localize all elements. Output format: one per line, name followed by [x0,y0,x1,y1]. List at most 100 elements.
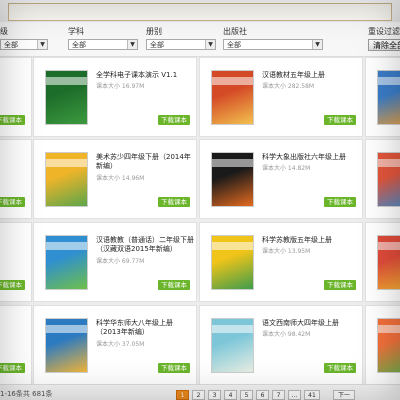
book-title[interactable]: 全学科电子课本演示 V1.1 [96,71,196,80]
textbook-card[interactable]: 下载课本 [0,222,32,302]
book-title[interactable]: ok版） [0,319,31,328]
textbook-card[interactable]: 语文西南师大四年级上册 课本大小 98.42M 下载课本 [199,305,363,385]
book-size: 课本大小 14.96M [96,175,145,182]
textbook-card[interactable]: 科学苏教版五年级上册 课本大小 13.95M 下载课本 [199,222,363,302]
page-button[interactable]: 6 [256,390,269,400]
textbook-card[interactable]: 汉语教材五年级上册 课本大小 282.58M 下载课本 [199,57,363,137]
download-button[interactable]: 下载课本 [158,363,190,373]
page-button[interactable]: 5 [240,390,253,400]
download-button[interactable]: 下载课本 [0,197,25,207]
cover-title-band [378,242,400,250]
book-cover-image[interactable] [211,235,254,290]
next-page-button[interactable]: 下一 [333,390,355,400]
textbook-card[interactable]: 全学科电子课本演示 V1.1 课本大小 16.97M 下载课本 [33,57,197,137]
publisher-filter: 出版社 全部 ▼ [223,26,323,50]
book-title[interactable]: 科学苏教版五年级上册 [262,236,362,245]
page-ellipsis: ... [288,390,301,400]
textbook-card[interactable]: 科学华东师大八年级上册（2013年新编） 课本大小 37.05M 下载课本 [33,305,197,385]
chevron-down-icon: ▼ [312,40,322,49]
page-button[interactable]: 7 [272,390,285,400]
reset-filter: 重设过滤条 清除全部 [368,26,400,51]
book-size: 课本大小 282.58M [262,83,315,90]
clear-all-button[interactable]: 清除全部 [368,39,400,51]
chevron-down-icon: ▼ [205,40,215,49]
book-cover-image[interactable] [211,318,254,373]
result-count: 1-16条共 681条 [0,390,53,398]
book-cover-image[interactable] [377,318,400,373]
cover-title-band [378,159,400,167]
download-button[interactable]: 下载课本 [0,363,25,373]
cover-title-band [46,325,87,333]
reset-filter-label: 重设过滤条 [368,27,400,36]
textbook-card[interactable]: 科学大象出版社六年级上册 课本大小 14.82M 下载课本 [199,139,363,219]
download-button[interactable]: 下载课本 [324,115,356,125]
download-button[interactable]: 下载课本 [0,280,25,290]
volume-filter: 册别 全部 ▼ [146,26,216,50]
book-size: 课本大小 98.42M [262,331,311,338]
page-button[interactable]: 2 [192,390,205,400]
app-window: 级 全部 ▼ 学科 全部 ▼ 册别 全部 ▼ 出版社 全部 ▼ 重设过滤 清除全… [0,0,400,400]
textbook-card[interactable]: 下载课本 [365,57,400,137]
book-title[interactable]: 科学大象出版社六年级上册 [262,153,362,162]
cover-title-band [212,77,253,85]
cover-title-band [212,325,253,333]
volume-select[interactable]: 全部 ▼ [146,39,216,50]
book-cover-image[interactable] [45,235,88,290]
book-title[interactable]: 美术苏少四年级下册（2014年新编） [96,153,196,171]
book-title[interactable]: 汉语教材五年级上册 [262,71,362,80]
cover-title-band [378,325,400,333]
download-button[interactable]: 下载课本 [324,197,356,207]
textbook-card[interactable]: 下载课本 [365,305,400,385]
book-cover-image[interactable] [377,152,400,207]
cover-title-band [212,159,253,167]
book-size: 课本大小 16.97M [96,83,145,90]
cover-title-band [212,242,253,250]
book-cover-image[interactable] [377,235,400,290]
download-button[interactable]: 下载课本 [324,363,356,373]
book-title[interactable]: 汉语教教（普通话）二年级下册（汉藏双语2015年新编） [96,236,196,254]
book-cover-image[interactable] [45,70,88,125]
grade-select-value: 全部 [4,41,18,49]
subject-select-value: 全部 [72,41,86,49]
volume-filter-label: 册别 [146,27,162,36]
volume-select-value: 全部 [150,41,164,49]
subject-filter: 学科 全部 ▼ [68,26,138,50]
textbook-card[interactable]: 汉语教教（普通话）二年级下册（汉藏双语2015年新编） 课本大小 69.77M 下载… [33,222,197,302]
textbook-card[interactable]: 下载课本 [365,139,400,219]
textbook-grid: 下载课本全学科电子课本演示 V1.1课本大小 16.97M下载课本汉语教材五年级… [0,57,400,385]
book-cover-image[interactable] [45,318,88,373]
grade-select[interactable]: 全部 ▼ [0,39,48,50]
grade-filter: 级 全部 ▼ [0,26,48,50]
book-cover-image[interactable] [211,70,254,125]
book-size: 课本大小 37.05M [96,341,145,348]
publisher-filter-label: 出版社 [223,27,247,36]
grade-filter-label: 级 [0,27,8,36]
textbook-card[interactable]: 下载课本 [0,57,32,137]
chevron-down-icon: ▼ [37,40,47,49]
textbook-card[interactable]: 下载课本 [365,222,400,302]
publisher-select[interactable]: 全部 ▼ [223,39,323,50]
book-title[interactable]: 上册（汉 [0,153,31,162]
book-size: 课本大小 13.95M [262,248,311,255]
textbook-card[interactable]: 美术苏少四年级下册（2014年新编） 课本大小 14.96M 下载课本 [33,139,197,219]
book-size: 课本大小 69.77M [96,258,145,265]
book-cover-image[interactable] [377,70,400,125]
book-title[interactable]: 语文西南师大四年级上册 [262,319,362,328]
download-button[interactable]: 下载课本 [158,280,190,290]
page-button[interactable]: 41 [304,390,320,400]
page-button[interactable]: 4 [224,390,237,400]
subject-filter-label: 学科 [68,27,84,36]
textbook-card[interactable]: 上册（汉下载课本 [0,139,32,219]
download-button[interactable]: 下载课本 [158,115,190,125]
book-cover-image[interactable] [211,152,254,207]
page-button[interactable]: 1 [176,390,189,400]
download-button[interactable]: 下载课本 [158,197,190,207]
book-title[interactable]: 科学华东师大八年级上册（2013年新编） [96,319,196,337]
page-button[interactable]: 3 [208,390,221,400]
book-cover-image[interactable] [45,152,88,207]
header-frame [8,3,392,21]
subject-select[interactable]: 全部 ▼ [68,39,138,50]
download-button[interactable]: 下载课本 [324,280,356,290]
download-button[interactable]: 下载课本 [0,115,25,125]
textbook-card[interactable]: ok版） 下载课本 [0,305,32,385]
